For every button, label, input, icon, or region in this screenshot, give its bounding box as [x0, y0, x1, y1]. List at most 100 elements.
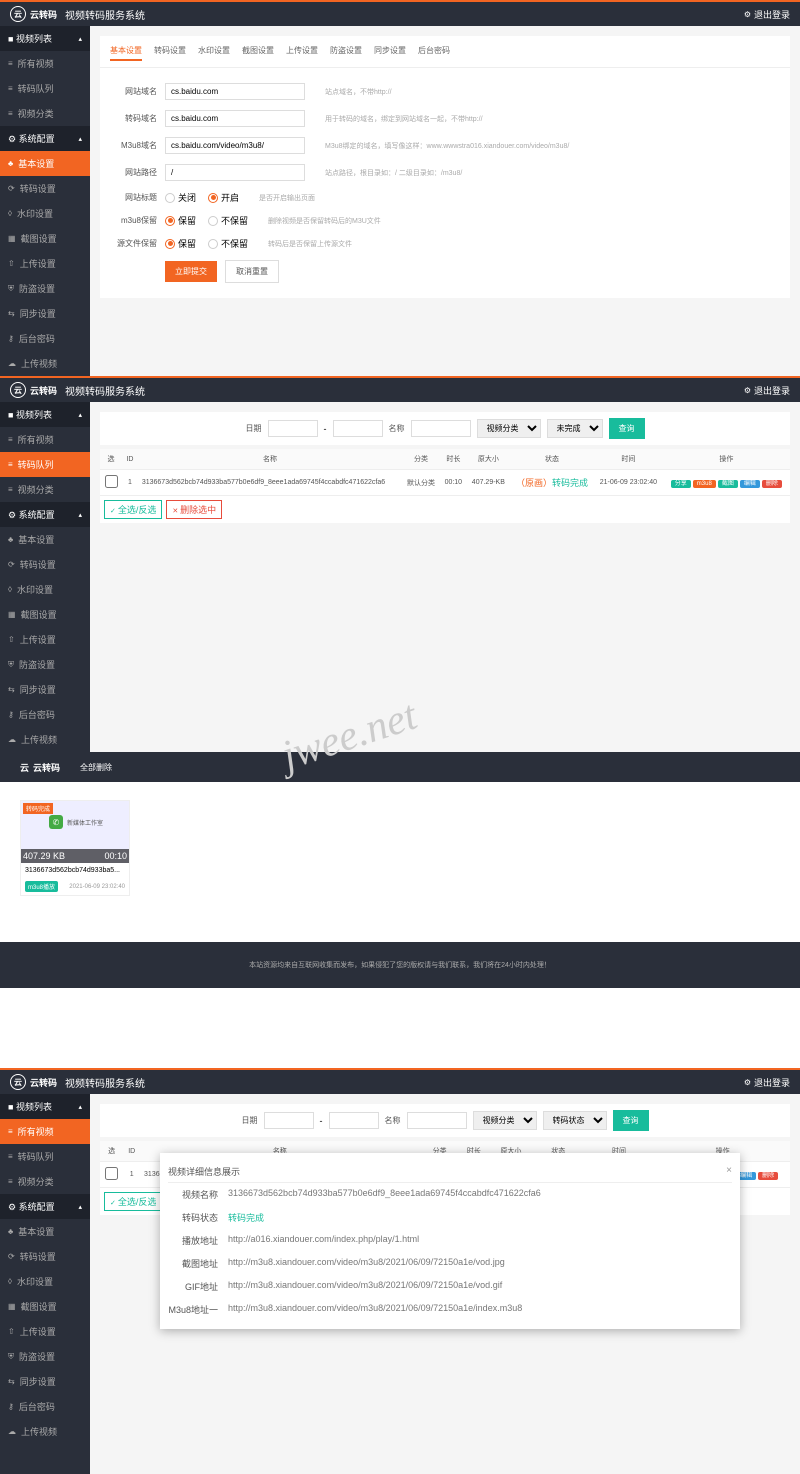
date-from-input[interactable]: [268, 420, 318, 437]
modal-shot-val: http://m3u8.xiandouer.com/video/m3u8/202…: [228, 1257, 505, 1270]
sidebar-item-all-2[interactable]: ≡ 所有视频: [0, 427, 90, 452]
page-title-4: 视频转码服务系统: [65, 1075, 145, 1090]
sidebar-item-password[interactable]: ⚷ 后台密码: [0, 326, 90, 351]
sidebar-item-basic[interactable]: ♣ 基本设置: [0, 151, 90, 176]
tab-security[interactable]: 防盗设置: [330, 42, 362, 61]
op-share[interactable]: 分享: [671, 480, 691, 488]
card-date: 2021-06-09 23:02:40: [69, 884, 125, 890]
query-button[interactable]: 查询: [609, 418, 645, 439]
logout-link-2[interactable]: ⚙ 退出登录: [744, 384, 790, 397]
table-row: 1 3136673d562bcb74d933ba577b0e6df9_8eee1…: [100, 470, 790, 496]
tab-password[interactable]: 后台密码: [418, 42, 450, 61]
radio-title-on[interactable]: 开启: [208, 191, 239, 204]
op-edit[interactable]: 编辑: [740, 480, 760, 488]
queue-table: 选ID 名称分类 时长原大小 状态时间 操作 1 3136673d562bcb7…: [100, 449, 790, 496]
select-all-button[interactable]: ✓ 全选/反选: [104, 500, 162, 519]
sidebar-item-queue-2[interactable]: ≡ 转码队列: [0, 452, 90, 477]
tab-watermark[interactable]: 水印设置: [198, 42, 230, 61]
video-card[interactable]: 转码完成 ✆新媒体工作室 407.29 KB00:10 3136673d562b…: [20, 800, 130, 896]
transcode-input[interactable]: [165, 110, 305, 127]
delete-all-link[interactable]: 全部删除: [80, 762, 112, 773]
page-title: 视频转码服务系统: [65, 7, 145, 22]
page-title-2: 视频转码服务系统: [65, 383, 145, 398]
date-to-input[interactable]: [333, 420, 383, 437]
name-input[interactable]: [411, 420, 471, 437]
tab-basic[interactable]: 基本设置: [110, 42, 142, 61]
op-shot[interactable]: 截图: [718, 480, 738, 488]
sidebar-item-category[interactable]: ≡ 视频分类: [0, 101, 90, 126]
tab-upload[interactable]: 上传设置: [286, 42, 318, 61]
cat-select-4[interactable]: 视频分类: [473, 1111, 537, 1130]
sidebar-item-watermark[interactable]: ◊ 水印设置: [0, 201, 90, 226]
modal-play-val: http://a016.xiandouer.com/index.php/play…: [228, 1234, 419, 1247]
sidebar-item-screenshot[interactable]: ▦ 截图设置: [0, 226, 90, 251]
m3u8-badge[interactable]: m3u8播放: [25, 881, 58, 892]
path-hint: 站点路径，根目录如：/ 二级目录如：/m3u8/: [325, 168, 462, 178]
domain-input[interactable]: [165, 83, 305, 100]
settings-tabs: 基本设置 转码设置 水印设置 截图设置 上传设置 防盗设置 同步设置 后台密码: [100, 36, 790, 68]
m3u8keep-hint: 删除视频是否保留转码后的M3U文件: [268, 216, 381, 226]
sidebar-item-security[interactable]: ⛨ 防盗设置: [0, 276, 90, 301]
radio-src-keep[interactable]: 保留: [165, 237, 196, 250]
logo-4: 云云转码: [10, 1074, 57, 1090]
sidebar-item-upload[interactable]: ⇧ 上传设置: [0, 251, 90, 276]
sidebar-item-upload-video[interactable]: ☁ 上传视频: [0, 351, 90, 376]
reset-button[interactable]: 取消重置: [225, 260, 279, 283]
save-button[interactable]: 立即提交: [165, 261, 217, 282]
tab-screenshot[interactable]: 截图设置: [242, 42, 274, 61]
date-from-4[interactable]: [264, 1112, 314, 1129]
close-icon[interactable]: ×: [726, 1165, 732, 1178]
query-button-4[interactable]: 查询: [613, 1110, 649, 1131]
sidebar-item-all-videos[interactable]: ≡ 所有视频: [0, 51, 90, 76]
srckeep-label: 源文件保留: [110, 238, 165, 249]
path-input[interactable]: [165, 164, 305, 181]
sidebar-group-video[interactable]: ■ 视频列表▴: [0, 26, 90, 51]
sidebar-group-video-2[interactable]: ■ 视频列表▴: [0, 402, 90, 427]
status-select-4[interactable]: 转码状态: [543, 1111, 607, 1130]
delete-selected-button[interactable]: ✕ 删除选中: [166, 500, 222, 519]
sidebar-group-system[interactable]: ⚙ 系统配置▴: [0, 126, 90, 151]
sidebar-group-sys-2[interactable]: ⚙ 系统配置▴: [0, 502, 90, 527]
radio-src-nokeep[interactable]: 不保留: [208, 237, 248, 250]
path-label: 网站路径: [110, 167, 165, 178]
modal-gif-val: http://m3u8.xiandouer.com/video/m3u8/202…: [228, 1280, 502, 1293]
card-thumb: 转码完成 ✆新媒体工作室 407.29 KB00:10: [21, 801, 129, 863]
date-label: 日期: [246, 423, 262, 434]
sidebar-item-all-4[interactable]: ≡ 所有视频: [0, 1119, 90, 1144]
m3u8-hint: M3u8绑定的域名，填写像这样：www.wwwstra016.xiandouer…: [325, 141, 569, 151]
row-checkbox[interactable]: [105, 475, 118, 488]
date-to-4[interactable]: [329, 1112, 379, 1129]
filter-bar: 日期 - 名称 视频分类 未完成 查询: [100, 412, 790, 445]
transcode-hint: 用于转码的域名，绑定到网站域名一起，不带http://: [325, 114, 483, 124]
radio-m3u8-keep[interactable]: 保留: [165, 214, 196, 227]
header-2: 云云转码 视频转码服务系统 ⚙ 退出登录: [0, 376, 800, 402]
row-checkbox-4[interactable]: [105, 1167, 118, 1180]
name-input-4[interactable]: [407, 1112, 467, 1129]
radio-m3u8-nokeep[interactable]: 不保留: [208, 214, 248, 227]
sidebar-item-queue[interactable]: ≡ 转码队列: [0, 76, 90, 101]
wechat-icon: ✆: [49, 815, 63, 829]
sidebar-item-cat-2[interactable]: ≡ 视频分类: [0, 477, 90, 502]
op-delete[interactable]: 删除: [762, 480, 782, 488]
select-all-4[interactable]: ✓ 全选/反选: [104, 1192, 162, 1211]
modal-title: 视频详细信息展示: [168, 1165, 240, 1178]
m3u8-label: M3u8域名: [110, 140, 165, 151]
op-m3u8[interactable]: m3u8: [693, 480, 716, 488]
category-select[interactable]: 视频分类: [477, 419, 541, 438]
tab-sync[interactable]: 同步设置: [374, 42, 406, 61]
transcode-label: 转码域名: [110, 113, 165, 124]
radio-title-off[interactable]: 关闭: [165, 191, 196, 204]
logout-link-4[interactable]: ⚙ 退出登录: [744, 1076, 790, 1089]
sidebar-item-sync[interactable]: ⇆ 同步设置: [0, 301, 90, 326]
sidebar-4: ■ 视频列表▴ ≡ 所有视频 ≡ 转码队列 ≡ 视频分类 ⚙ 系统配置▴ ♣ 基…: [0, 1094, 90, 1474]
logout-link[interactable]: ⚙ 退出登录: [744, 8, 790, 21]
tab-transcode[interactable]: 转码设置: [154, 42, 186, 61]
domain-label: 网站域名: [110, 86, 165, 97]
status-select[interactable]: 未完成: [547, 419, 603, 438]
name-label: 名称: [389, 423, 405, 434]
logo-icon: 云: [10, 6, 26, 22]
sidebar-item-transcode[interactable]: ⟳ 转码设置: [0, 176, 90, 201]
m3u8-input[interactable]: [165, 137, 305, 154]
m3u8keep-label: m3u8保留: [110, 215, 165, 226]
modal-status-val: 转码完成: [228, 1211, 264, 1224]
